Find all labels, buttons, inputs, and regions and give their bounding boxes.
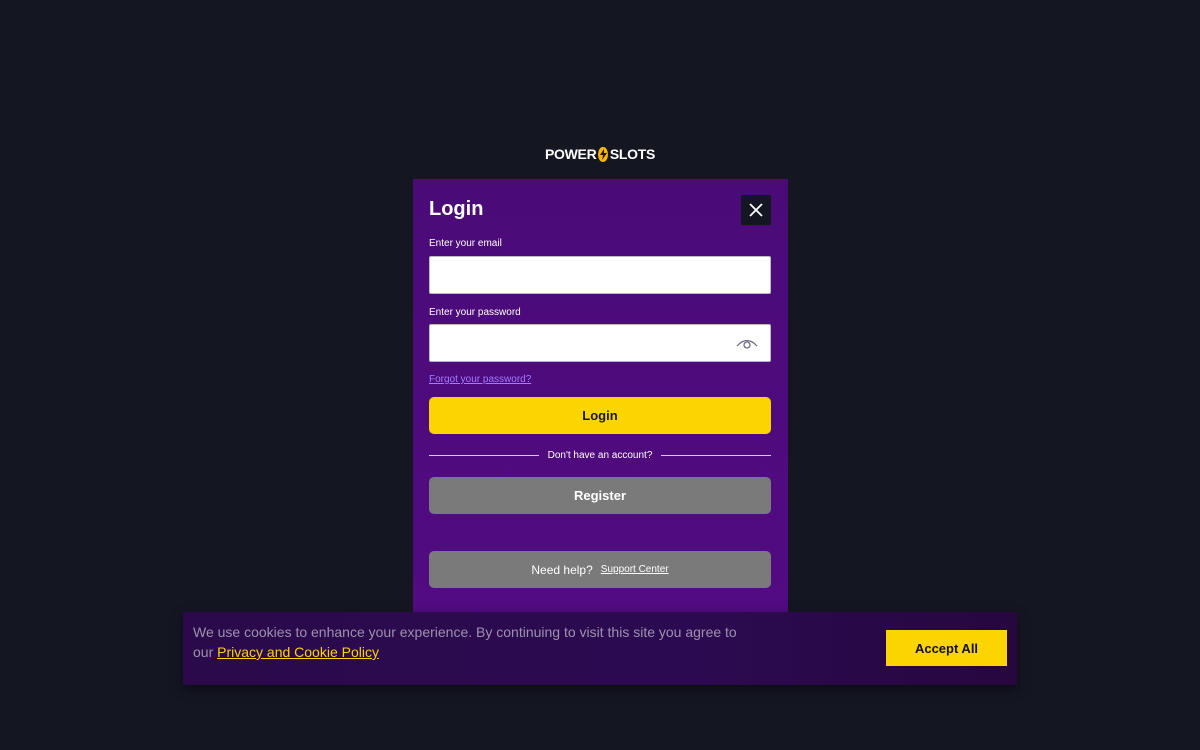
login-modal: Login Enter your email Enter your passwo… (413, 179, 788, 615)
no-account-text: Don't have an account? (547, 449, 653, 461)
logo-text-slots: SLOTS (609, 146, 655, 162)
modal-title: Login (429, 198, 484, 220)
password-label: Enter your password (429, 307, 521, 318)
account-divider: Don't have an account? (429, 448, 772, 462)
divider-line-left (429, 454, 539, 456)
support-center-link[interactable]: Support Center (601, 564, 669, 575)
eye-icon (736, 339, 758, 349)
password-field[interactable] (429, 324, 771, 362)
divider-line-right (661, 454, 772, 456)
lightning-bolt-icon (598, 146, 608, 162)
accept-all-button[interactable]: Accept All (886, 630, 1007, 666)
close-button[interactable] (741, 195, 771, 225)
close-icon (749, 203, 763, 217)
help-panel: Need help? Support Center (429, 551, 771, 588)
register-button[interactable]: Register (429, 477, 771, 514)
email-field[interactable] (429, 256, 771, 294)
forgot-password-link[interactable]: Forgot your password? (429, 374, 531, 385)
cookie-banner: We use cookies to enhance your experienc… (183, 612, 1017, 685)
email-label: Enter your email (429, 238, 502, 249)
show-password-toggle[interactable] (735, 336, 759, 350)
need-help-text: Need help? (531, 562, 593, 577)
cookie-message: We use cookies to enhance your experienc… (193, 622, 753, 662)
power-slots-logo[interactable]: POWER SLOTS (545, 144, 655, 164)
logo-text-power: POWER (545, 146, 597, 162)
login-button[interactable]: Login (429, 397, 771, 434)
privacy-policy-link[interactable]: Privacy and Cookie Policy (217, 644, 379, 660)
